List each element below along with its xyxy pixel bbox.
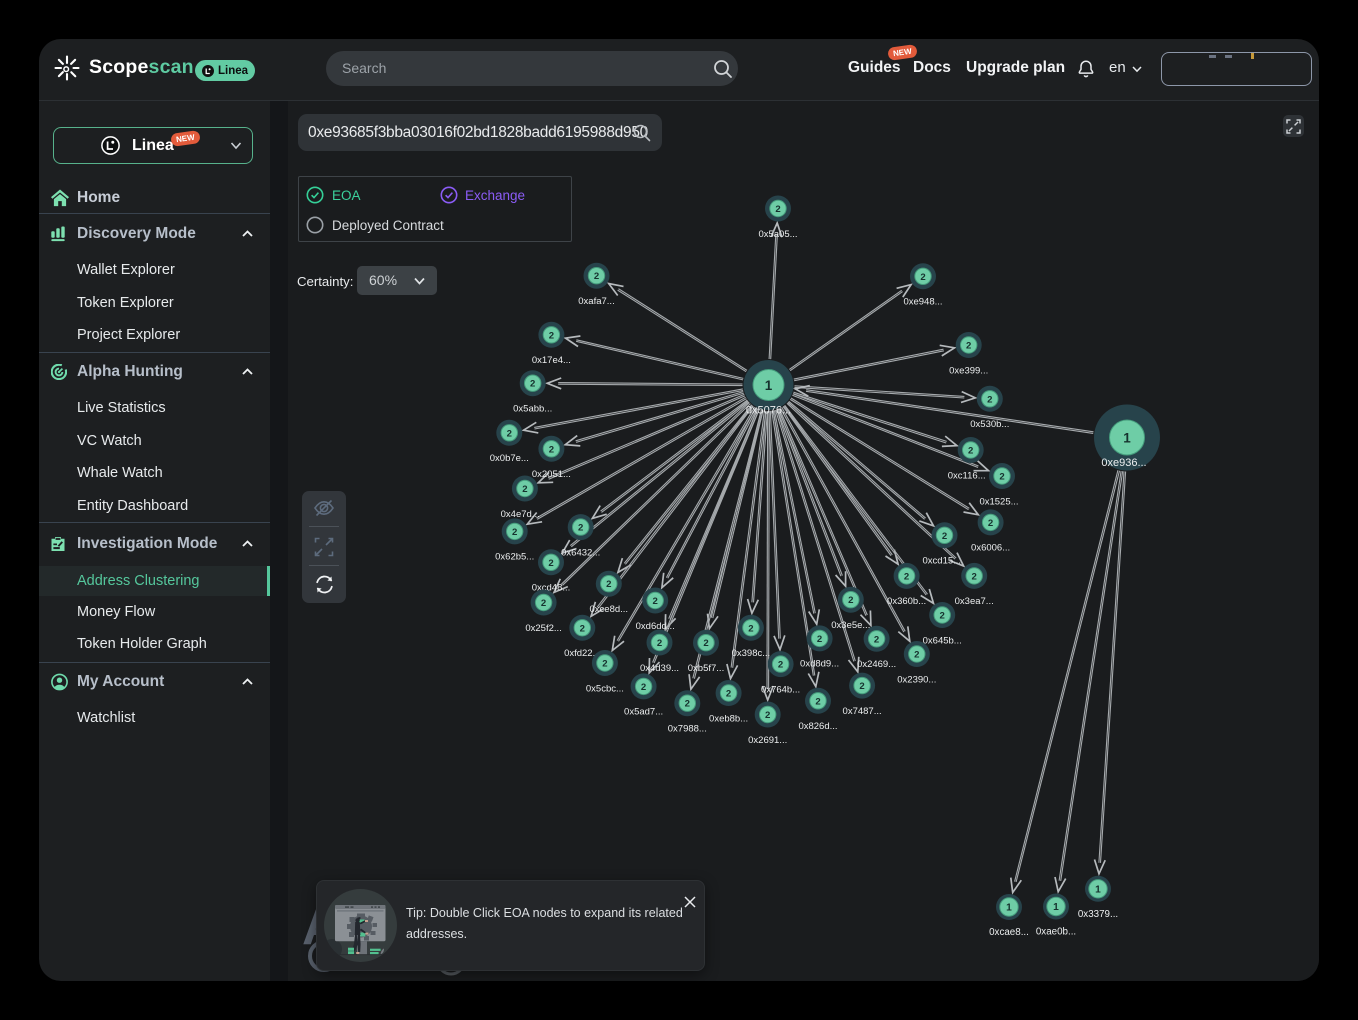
svg-text:0x5ad7...: 0x5ad7...: [624, 707, 663, 718]
svg-text:2: 2: [530, 379, 535, 390]
svg-text:2: 2: [522, 484, 527, 495]
svg-text:2: 2: [968, 445, 973, 456]
svg-text:1: 1: [1006, 903, 1012, 914]
svg-text:0x7988...: 0x7988...: [668, 724, 707, 735]
svg-text:0x5cbc...: 0x5cbc...: [586, 683, 624, 694]
svg-text:2: 2: [748, 623, 753, 634]
svg-text:2: 2: [914, 649, 919, 660]
svg-text:0xc116...: 0xc116...: [948, 470, 986, 481]
svg-text:0x5076...: 0x5076...: [746, 405, 791, 417]
svg-text:1: 1: [1095, 884, 1101, 895]
svg-text:2: 2: [606, 579, 611, 590]
svg-text:2: 2: [541, 598, 546, 609]
svg-text:2: 2: [775, 204, 780, 215]
svg-text:2: 2: [817, 634, 822, 645]
svg-text:2: 2: [848, 595, 853, 606]
svg-text:0x3ea7...: 0x3ea7...: [955, 596, 994, 607]
svg-text:0x6432...: 0x6432...: [561, 547, 600, 558]
svg-text:2: 2: [972, 571, 977, 582]
svg-text:2: 2: [874, 634, 879, 645]
svg-text:2: 2: [549, 330, 554, 341]
svg-text:2: 2: [578, 523, 583, 534]
svg-text:1: 1: [1123, 430, 1131, 445]
svg-text:2: 2: [507, 428, 512, 439]
svg-text:2: 2: [920, 272, 925, 283]
svg-text:0x826d...: 0x826d...: [798, 721, 837, 732]
svg-text:0x62b5...: 0x62b5...: [495, 552, 534, 563]
svg-text:0xce8d...: 0xce8d...: [590, 604, 629, 615]
svg-text:0x5a05...: 0x5a05...: [758, 229, 797, 240]
svg-text:0xd8d9...: 0xd8d9...: [800, 659, 839, 670]
svg-text:0x398c...: 0x398c...: [732, 648, 771, 659]
svg-text:0xd6dd...: 0xd6dd...: [636, 621, 675, 632]
svg-text:0x4e7d...: 0x4e7d...: [501, 509, 540, 520]
svg-text:2: 2: [815, 696, 820, 707]
svg-text:2: 2: [942, 531, 947, 542]
svg-text:0x2469...: 0x2469...: [857, 659, 896, 670]
svg-text:2: 2: [512, 527, 517, 538]
svg-text:0xcd15...: 0xcd15...: [923, 556, 962, 567]
svg-text:2: 2: [594, 271, 599, 282]
svg-text:2: 2: [778, 660, 783, 671]
svg-text:0xe948...: 0xe948...: [903, 297, 942, 308]
svg-text:0x530b...: 0x530b...: [970, 419, 1009, 430]
svg-text:1: 1: [1053, 902, 1059, 913]
svg-text:0x2390...: 0x2390...: [897, 674, 936, 685]
svg-text:1: 1: [765, 378, 773, 393]
svg-text:0x0b7e...: 0x0b7e...: [490, 453, 529, 464]
svg-text:2: 2: [549, 444, 554, 455]
svg-text:2: 2: [940, 610, 945, 621]
svg-text:2: 2: [987, 394, 992, 405]
svg-text:2: 2: [703, 638, 708, 649]
svg-text:2: 2: [657, 638, 662, 649]
svg-text:2: 2: [988, 518, 993, 529]
svg-text:0x7487...: 0x7487...: [843, 706, 882, 717]
svg-text:0xafa7...: 0xafa7...: [578, 296, 614, 307]
svg-text:0x360b...: 0x360b...: [887, 596, 926, 607]
svg-text:2: 2: [602, 658, 607, 669]
svg-text:0xb5f7...: 0xb5f7...: [688, 663, 724, 674]
svg-text:2: 2: [641, 682, 646, 693]
svg-text:0x645b...: 0x645b...: [923, 635, 962, 646]
svg-text:2: 2: [999, 471, 1004, 482]
svg-text:0xcae8...: 0xcae8...: [989, 927, 1029, 938]
svg-text:2: 2: [580, 623, 585, 634]
svg-text:0x25f2...: 0x25f2...: [525, 623, 561, 634]
svg-text:2: 2: [726, 688, 731, 699]
svg-text:0x3e5e...: 0x3e5e...: [831, 620, 870, 631]
svg-text:0x2051...: 0x2051...: [532, 469, 571, 480]
svg-text:0x3379...: 0x3379...: [1078, 909, 1118, 920]
svg-text:0xe936...: 0xe936...: [1101, 457, 1146, 469]
svg-text:0x764b...: 0x764b...: [761, 684, 800, 695]
svg-text:2: 2: [685, 699, 690, 710]
svg-text:0x6006...: 0x6006...: [971, 543, 1010, 554]
svg-text:2: 2: [966, 340, 971, 351]
svg-text:2: 2: [859, 681, 864, 692]
svg-text:2: 2: [653, 596, 658, 607]
svg-text:0xae0b...: 0xae0b...: [1036, 927, 1076, 938]
svg-text:0x5abb...: 0x5abb...: [513, 404, 552, 415]
svg-text:0xeb8b...: 0xeb8b...: [709, 713, 748, 724]
svg-text:0x17e4...: 0x17e4...: [532, 355, 571, 366]
svg-text:2: 2: [765, 710, 770, 721]
svg-text:2: 2: [904, 571, 909, 582]
svg-text:0x2691...: 0x2691...: [748, 735, 787, 746]
svg-text:0x1525...: 0x1525...: [979, 496, 1018, 507]
svg-text:0x4d39...: 0x4d39...: [640, 663, 679, 674]
svg-text:2: 2: [548, 558, 553, 569]
svg-text:0xe399...: 0xe399...: [949, 365, 988, 376]
